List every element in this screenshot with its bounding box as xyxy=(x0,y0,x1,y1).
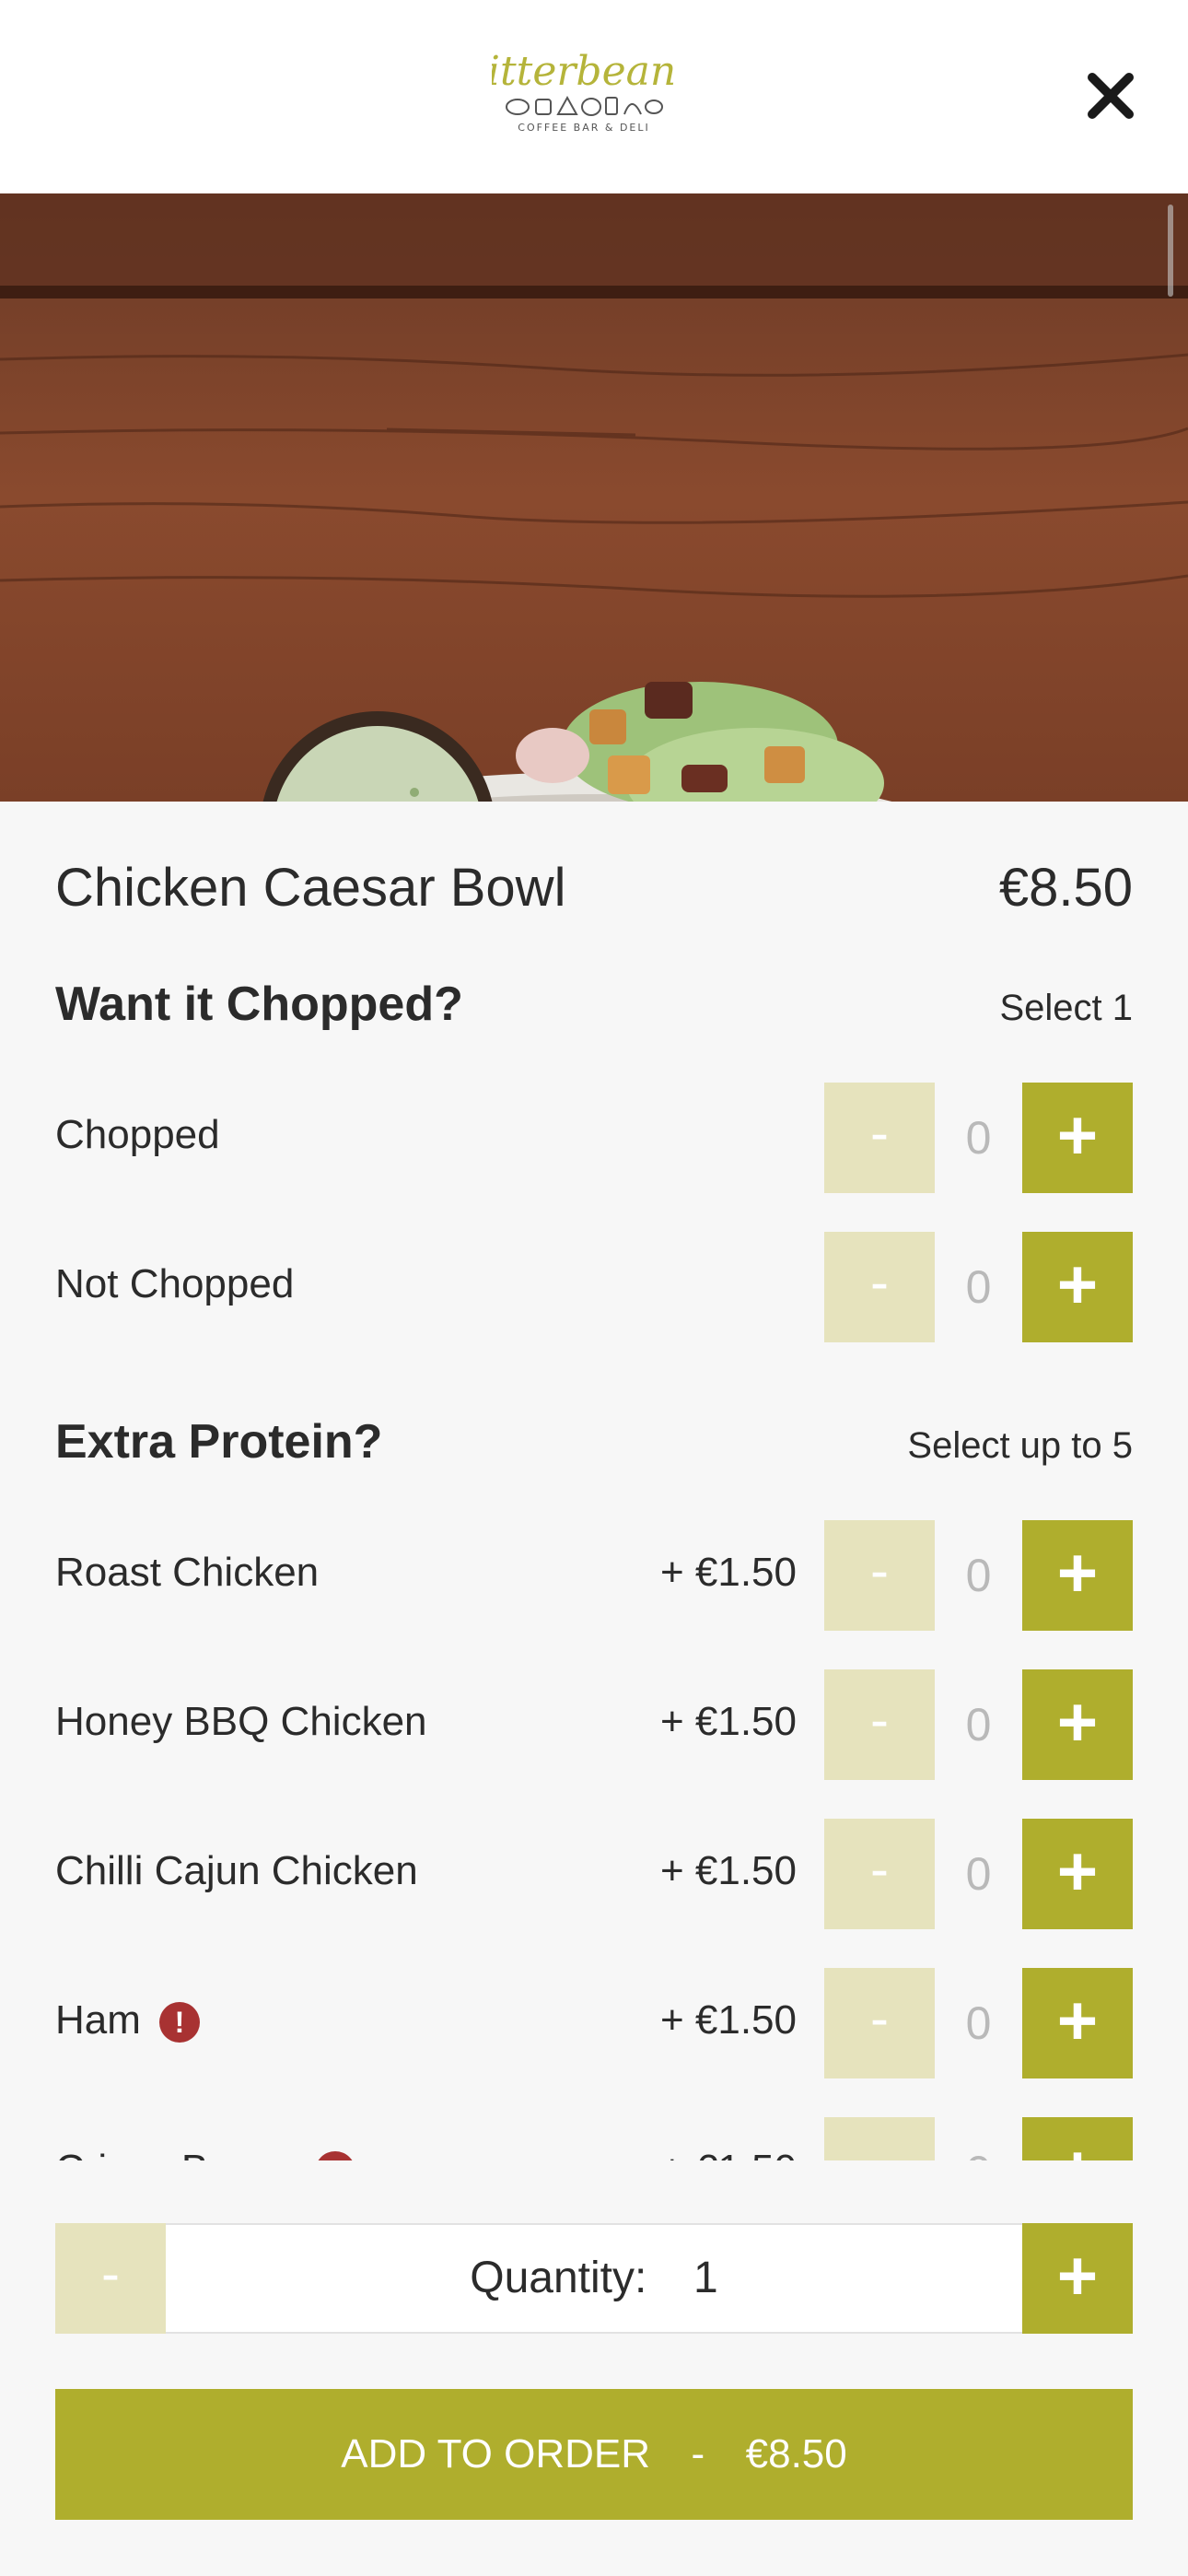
option-stepper: - 0 + xyxy=(824,1232,1133,1342)
option-label: Not Chopped xyxy=(55,1261,295,1306)
order-footer: - Quantity: 1 + ADD TO ORDER - €8.50 xyxy=(0,2160,1188,2576)
option-row: Chopped - 0 + xyxy=(55,1083,1133,1193)
item-header: Chicken Caesar Bowl €8.50 xyxy=(55,857,1133,931)
option-label: Chilli Cajun Chicken xyxy=(55,1848,418,1893)
option-count: 0 xyxy=(965,1997,992,2049)
decrement-button[interactable]: - xyxy=(824,2117,935,2160)
option-row: Honey BBQ Chicken + €1.50 - 0 + xyxy=(55,1669,1133,1780)
option-stepper: - 0 + xyxy=(824,1083,1133,1193)
app-header: Jitterbeans COFFEE BAR & DELI xyxy=(0,0,1188,194)
option-row: Ham! + €1.50 - 0 + xyxy=(55,1968,1133,2078)
allergen-alert-icon[interactable]: ! xyxy=(314,2151,355,2160)
increment-button[interactable]: + xyxy=(1022,1968,1133,2078)
group-title: Want it Chopped? xyxy=(55,978,463,1031)
option-stepper: - 0 + xyxy=(824,1669,1133,1780)
decrement-button[interactable]: - xyxy=(824,1232,935,1342)
svg-text:Jitterbeans: Jitterbeans xyxy=(492,48,676,95)
increment-button[interactable]: + xyxy=(1022,1669,1133,1780)
quantity-increment-button[interactable]: + xyxy=(1022,2223,1133,2334)
option-stepper: - 0 + xyxy=(824,1968,1133,2078)
decrement-button[interactable]: - xyxy=(824,1819,935,1929)
option-label-wrap: Ham! xyxy=(55,1997,200,2043)
option-label: Crispy Bacon xyxy=(55,2147,297,2160)
option-count: 0 xyxy=(965,1699,992,1751)
quantity-label: Quantity: xyxy=(470,2254,647,2302)
add-to-order-separator: - xyxy=(691,2431,705,2476)
option-count: 0 xyxy=(935,2117,1022,2160)
item-photo xyxy=(0,193,1188,802)
group-title: Extra Protein? xyxy=(55,1415,383,1469)
option-row: Not Chopped - 0 + xyxy=(55,1232,1133,1342)
decrement-button[interactable]: - xyxy=(824,1669,935,1780)
svg-text:COFFEE BAR & DELI: COFFEE BAR & DELI xyxy=(518,122,649,134)
option-label-wrap: Crispy Bacon! xyxy=(55,2147,355,2160)
option-price: + €1.50 xyxy=(659,1997,797,2043)
option-price: + €1.50 xyxy=(660,2147,797,2160)
option-stepper: - 0 + xyxy=(824,1520,1133,1631)
quantity-display: Quantity: 1 xyxy=(168,2225,1020,2332)
quantity-value: 1 xyxy=(693,2254,718,2302)
increment-button[interactable]: + xyxy=(1022,1819,1133,1929)
option-price: + €1.50 xyxy=(659,1848,797,1893)
close-button[interactable] xyxy=(1083,68,1138,123)
increment-button[interactable]: + xyxy=(1022,1232,1133,1342)
item-options-panel: Chicken Caesar Bowl €8.50 Want it Choppe… xyxy=(0,802,1188,2160)
quantity-decrement-button[interactable]: - xyxy=(55,2223,166,2334)
option-group-header: Want it Chopped? Select 1 xyxy=(55,977,1133,1041)
group-hint: Select up to 5 xyxy=(907,1425,1133,1466)
increment-button[interactable]: + xyxy=(1022,1520,1133,1631)
decrement-button[interactable]: - xyxy=(824,1083,935,1193)
option-label: Honey BBQ Chicken xyxy=(55,1699,427,1744)
option-count: 0 xyxy=(965,1112,992,1164)
option-row: Chilli Cajun Chicken + €1.50 - 0 + xyxy=(55,1819,1133,1929)
group-hint: Select 1 xyxy=(999,988,1133,1028)
option-count: 0 xyxy=(965,1261,992,1313)
option-count: 0 xyxy=(965,1550,992,1601)
close-icon xyxy=(1088,73,1134,119)
option-label: Ham xyxy=(55,1997,141,2043)
increment-button[interactable]: + xyxy=(1022,1083,1133,1193)
option-row: Crispy Bacon! + €1.50 - 0 + xyxy=(55,2117,1133,2160)
option-count: 0 xyxy=(965,1848,992,1900)
add-to-order-label: ADD TO ORDER xyxy=(341,2431,651,2476)
jitterbeans-logo: Jitterbeans COFFEE BAR & DELI xyxy=(463,41,697,142)
add-to-order-price: €8.50 xyxy=(745,2431,847,2476)
option-price: + €1.50 xyxy=(659,1550,797,1595)
option-label: Chopped xyxy=(55,1112,220,1157)
option-group-header: Extra Protein? Select up to 5 xyxy=(55,1414,1133,1479)
decrement-button[interactable]: - xyxy=(824,1968,935,2078)
item-price: €8.50 xyxy=(998,858,1133,918)
add-to-order-button[interactable]: ADD TO ORDER - €8.50 xyxy=(55,2389,1133,2520)
scroll-indicator xyxy=(1168,205,1173,297)
option-row: Roast Chicken + €1.50 - 0 + xyxy=(55,1520,1133,1631)
allergen-alert-icon[interactable]: ! xyxy=(158,2002,200,2043)
quantity-stepper: - Quantity: 1 + xyxy=(55,2223,1133,2334)
increment-button[interactable]: + xyxy=(1022,2117,1133,2160)
option-label: Roast Chicken xyxy=(55,1550,320,1595)
decrement-button[interactable]: - xyxy=(824,1520,935,1631)
option-stepper: - 0 + xyxy=(824,1819,1133,1929)
item-title: Chicken Caesar Bowl xyxy=(55,858,566,918)
option-price: + €1.50 xyxy=(659,1699,797,1744)
option-stepper: - 0 + xyxy=(824,2117,1133,2160)
